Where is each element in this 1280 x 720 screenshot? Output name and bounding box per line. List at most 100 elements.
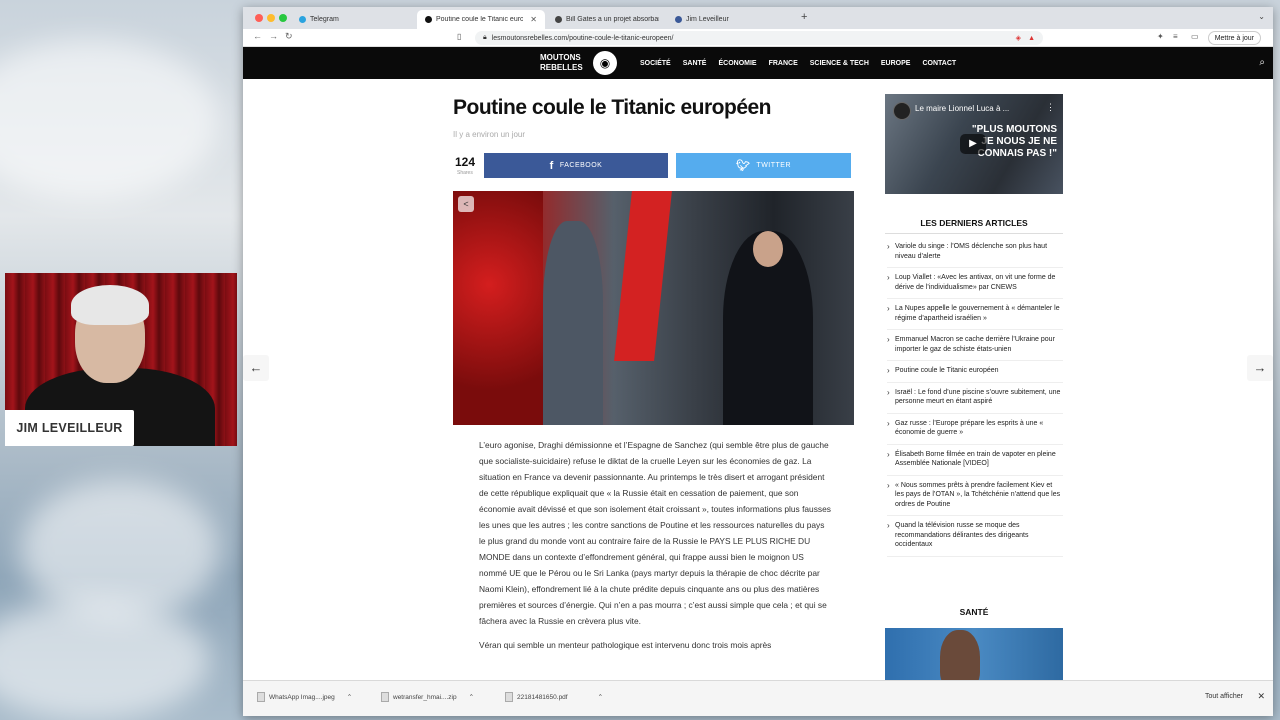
list-item[interactable]: Quand la télévision russe se moque des r… [887, 521, 1063, 557]
video-embed[interactable]: Le maire Lionnel Luca à ... ⋮ "PLUS MOUT… [885, 94, 1063, 194]
forward-icon[interactable]: → [269, 31, 278, 41]
site-favicon-icon [425, 16, 432, 23]
site-header: MOUTONS REBELLES ◉ SOCIÉTÉ SANTÉ ÉCONOMI… [243, 47, 1273, 79]
bookmark-icon[interactable]: ▯ [457, 32, 461, 41]
address-bar[interactable]: 🔒︎ lesmoutonsrebelles.com/poutine-coule-… [475, 31, 1043, 45]
show-all-downloads-link[interactable]: Tout afficher [1205, 693, 1243, 700]
reading-list-icon[interactable]: ≡ [1173, 32, 1178, 41]
browser-window: Telegram Poutine coule le Titanic europé… [243, 7, 1273, 716]
facebook-share-button[interactable]: f FACEBOOK [484, 153, 668, 178]
download-filename: 22181481650.pdf [517, 693, 568, 701]
back-icon[interactable]: ← [253, 31, 262, 41]
minimize-window-icon[interactable] [267, 14, 275, 22]
previous-article-icon[interactable]: ← [243, 355, 269, 381]
background-cloud [20, 480, 220, 620]
nav-item-sante[interactable]: SANTÉ [677, 60, 713, 67]
list-item[interactable]: Emmanuel Macron se cache derrière l’Ukra… [887, 335, 1063, 361]
list-item[interactable]: Poutine coule le Titanic européen [887, 366, 1063, 383]
close-tab-icon[interactable]: ✕ [530, 15, 537, 24]
chevron-down-icon[interactable]: ⌄ [1258, 12, 1265, 21]
lock-icon: 🔒︎ [483, 34, 487, 41]
latest-articles-heading: LES DERNIERS ARTICLES [885, 218, 1063, 234]
person-hair-shape [71, 285, 149, 325]
tab-label: Jim Leveilleur [686, 16, 729, 23]
nav-item-france[interactable]: FRANCE [763, 60, 804, 67]
tab-jim-leveilleur[interactable]: Jim Leveilleur [667, 10, 795, 29]
tab-article[interactable]: Poutine coule le Titanic européen ✕ [417, 10, 545, 29]
file-icon [381, 692, 389, 702]
tab-label: Bill Gates a un projet absorbant le CO2 … [566, 16, 659, 23]
next-article-icon[interactable]: → [1247, 355, 1273, 381]
chevron-up-icon[interactable]: ⌃ [598, 693, 603, 701]
face-shape [753, 231, 783, 267]
more-options-icon[interactable]: ⋮ [1046, 102, 1055, 113]
site-logo[interactable]: MOUTONS REBELLES [540, 53, 583, 73]
extensions-icon[interactable]: ✦ [1157, 32, 1164, 41]
article-paragraph: Véran qui semble un menteur pathologique… [479, 640, 772, 650]
latest-articles-list: Variole du singe : l’OMS déclenche son p… [887, 242, 1063, 562]
nav-item-science-tech[interactable]: SCIENCE & TECH [804, 60, 875, 67]
video-title: Le maire Lionnel Luca à ... [915, 104, 1010, 113]
logo-text: MOUTONS [540, 53, 581, 62]
chevron-up-icon[interactable]: ⌃ [469, 693, 474, 701]
download-item[interactable]: WhatsApp Imag....jpeg ⌃ [257, 692, 352, 702]
sidebar-icon[interactable]: ▭ [1191, 32, 1199, 41]
close-window-icon[interactable] [255, 14, 263, 22]
nav-item-contact[interactable]: CONTACT [916, 60, 962, 67]
file-icon [505, 692, 513, 702]
list-item[interactable]: Élisabeth Borne filmée en train de vapot… [887, 450, 1063, 476]
facebook-icon: f [549, 159, 554, 172]
soldier-shape [543, 221, 603, 425]
background-cloud [0, 40, 220, 200]
twitter-icon: 🐦︎ [735, 160, 751, 172]
warning-icon[interactable]: ▲ [1028, 35, 1035, 42]
twitter-share-button[interactable]: 🐦︎ TWITTER [676, 153, 851, 178]
twitter-share-label: TWITTER [756, 162, 792, 169]
logo-text: REBELLES [540, 63, 583, 72]
tab-telegram[interactable]: Telegram [291, 10, 415, 29]
extension-icon[interactable]: ◈ [1016, 34, 1021, 42]
channel-avatar [893, 102, 911, 120]
search-icon[interactable]: ⌕ [1259, 57, 1265, 68]
browser-toolbar: ← → ↻ ▯ 🔒︎ lesmoutonsrebelles.com/poutin… [243, 29, 1273, 47]
new-tab-icon[interactable]: + [801, 11, 807, 23]
sante-heading: SANTÉ [959, 607, 989, 617]
download-item[interactable]: wetransfer_hmai....zip ⌃ [381, 692, 474, 702]
background-cloud [0, 600, 210, 720]
share-count: 124 [455, 155, 476, 169]
list-item[interactable]: Variole du singe : l’OMS déclenche son p… [887, 242, 1063, 268]
downloads-bar: WhatsApp Imag....jpeg ⌃ wetransfer_hmai.… [243, 680, 1273, 716]
share-count-label: Shares [457, 170, 473, 176]
nav-item-europe[interactable]: EUROPE [875, 60, 917, 67]
url-text: lesmoutonsrebelles.com/poutine-coule-le-… [491, 34, 674, 42]
article-body: L’euro agonise, Draghi démissionne et l’… [479, 437, 831, 661]
flowers-shape [453, 191, 543, 425]
nav-item-economie[interactable]: ÉCONOMIE [712, 60, 762, 67]
list-item[interactable]: « Nous sommes prêts à prendre facilement… [887, 481, 1063, 516]
play-icon[interactable]: ▶ [960, 134, 986, 154]
facebook-share-label: FACEBOOK [559, 162, 603, 169]
download-filename: WhatsApp Imag....jpeg [269, 693, 335, 701]
article-date: Il y a environ un jour [453, 130, 526, 139]
list-item[interactable]: Israël : Le fond d’une piscine s’ouvre s… [887, 388, 1063, 414]
download-item[interactable]: 22181481650.pdf ⌃ [505, 692, 603, 702]
close-icon[interactable]: ✕ [1257, 691, 1265, 702]
list-item[interactable]: Gaz russe : l’Europe prépare les esprits… [887, 419, 1063, 445]
chevron-up-icon[interactable]: ⌃ [347, 693, 352, 701]
article-title: Poutine coule le Titanic européen [453, 96, 772, 119]
site-favicon-icon [675, 16, 682, 23]
download-filename: wetransfer_hmai....zip [393, 693, 457, 701]
tab-bill-gates[interactable]: Bill Gates a un projet absorbant le CO2 … [547, 10, 667, 29]
maximize-window-icon[interactable] [279, 14, 287, 22]
sante-article-image[interactable] [885, 628, 1063, 683]
file-icon [257, 692, 265, 702]
face-shape [940, 630, 980, 683]
share-icon[interactable]: < [458, 196, 474, 212]
tab-label: Poutine coule le Titanic européen [436, 16, 524, 23]
list-item[interactable]: Loup Viallet : «Avec les antivax, on vit… [887, 273, 1063, 299]
list-item[interactable]: La Nupes appelle le gouvernement à « dém… [887, 304, 1063, 330]
tab-bar: Telegram Poutine coule le Titanic europé… [243, 7, 1273, 29]
nav-item-societe[interactable]: SOCIÉTÉ [634, 60, 677, 67]
update-button[interactable]: Mettre à jour [1207, 31, 1261, 45]
reload-icon[interactable]: ↻ [285, 31, 293, 42]
